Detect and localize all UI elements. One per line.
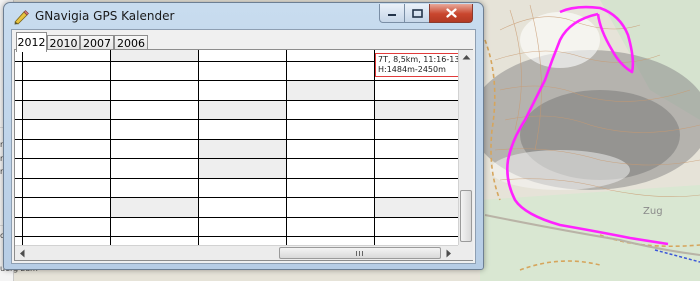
calendar-cell[interactable] [23,120,111,140]
calendar-cell[interactable] [111,198,199,218]
calendar-cell[interactable] [23,178,111,198]
calendar-cell[interactable] [111,50,199,62]
calendar-cell[interactable] [375,178,458,198]
calendar-cell[interactable] [23,81,111,101]
calendar-cell[interactable] [23,159,111,179]
calendar-cell[interactable] [23,139,111,159]
maximize-icon [411,8,423,18]
calendar-cell[interactable] [287,100,375,120]
calendar-cell[interactable] [287,120,375,140]
calendar-cell[interactable] [375,198,458,218]
row-gutter [15,198,23,218]
calendar-cell[interactable] [287,159,375,179]
calendar-cell[interactable] [23,237,111,245]
tour-entry-summary: 7T, 8,5km, 11:16-13:50 [378,55,458,64]
calendar-cell[interactable] [111,61,199,81]
calendar-cell[interactable] [199,139,287,159]
calendar-cell[interactable] [23,217,111,237]
close-button[interactable] [429,4,473,23]
tab-panel: 7T, 8,5km, 11:16-13:50H:1484m-2450m [14,49,473,261]
calendar-cell[interactable] [111,159,199,179]
window-title: GNavigia GPS Kalender [35,9,175,23]
title-bar[interactable]: GNavigia GPS Kalender [4,3,483,29]
calendar-cell[interactable] [287,217,375,237]
row-gutter [15,81,23,101]
tab-2012[interactable]: 2012 [16,32,47,52]
calendar-cell[interactable] [199,100,287,120]
calendar-cell[interactable] [111,178,199,198]
horizontal-scroll-thumb[interactable] [279,247,441,259]
calendar-cell[interactable] [287,81,375,101]
calendar-cell[interactable] [111,100,199,120]
calendar-cell[interactable] [23,61,111,81]
row-gutter [15,217,23,237]
calendar-cell[interactable] [111,81,199,101]
pencil-icon [14,10,29,25]
gps-calendar-window: GNavigia GPS Kalender 2012 2010 2007 200… [3,2,484,270]
horizontal-scrollbar[interactable] [15,245,458,260]
calendar-cell[interactable] [375,120,458,140]
calendar-cell[interactable] [23,100,111,120]
calendar-cell[interactable] [199,50,287,62]
calendar-cell[interactable] [375,100,458,120]
client-area: 2012 2010 2007 2006 7T, 8,5km, 11:16-13:… [11,29,476,264]
row-gutter [15,139,23,159]
row-gutter [15,120,23,140]
calendar-cell[interactable] [23,198,111,218]
calendar-cell[interactable] [199,217,287,237]
row-gutter [15,100,23,120]
calendar-cell[interactable] [287,198,375,218]
calendar-cell[interactable] [199,178,287,198]
calendar-cell[interactable] [199,159,287,179]
grip-icon [356,250,363,256]
calendar-cell[interactable] [199,198,287,218]
calendar-cell[interactable] [287,178,375,198]
scroll-up-icon[interactable] [462,54,471,60]
calendar-cell[interactable] [111,120,199,140]
close-icon [445,8,457,18]
calendar-grid: 7T, 8,5km, 11:16-13:50H:1484m-2450m [15,50,458,245]
calendar-cell[interactable] [199,61,287,81]
vertical-scroll-thumb[interactable] [460,190,472,242]
minimize-button[interactable] [379,4,405,23]
scroll-right-icon[interactable] [446,249,452,258]
calendar-cell[interactable] [375,237,458,245]
calendar-cell[interactable] [111,237,199,245]
calendar-cell[interactable] [199,120,287,140]
map-place-label: Zug [643,206,663,217]
row-gutter [15,237,23,245]
minimize-icon [388,14,396,16]
calendar-cell[interactable] [287,237,375,245]
calendar-cell[interactable] [199,81,287,101]
calendar-cell[interactable] [375,139,458,159]
calendar-cell[interactable] [111,217,199,237]
scroll-left-icon[interactable] [19,249,25,258]
calendar-cell[interactable] [287,50,375,62]
tour-entry-altitude: H:1484m-2450m [378,65,446,74]
calendar-cell[interactable] [111,139,199,159]
row-gutter [15,61,23,81]
calendar-cell[interactable] [287,139,375,159]
scroll-corner [458,245,473,260]
vertical-scrollbar[interactable] [458,50,473,245]
calendar-cell[interactable] [287,61,375,81]
calendar-cell[interactable] [375,159,458,179]
tour-entry[interactable]: 7T, 8,5km, 11:16-13:50H:1484m-2450m [375,53,458,77]
maximize-button[interactable] [404,4,430,23]
row-gutter [15,159,23,179]
calendar-cell[interactable] [375,81,458,101]
calendar-cell[interactable] [375,217,458,237]
calendar-cell[interactable] [199,237,287,245]
row-gutter [15,178,23,198]
